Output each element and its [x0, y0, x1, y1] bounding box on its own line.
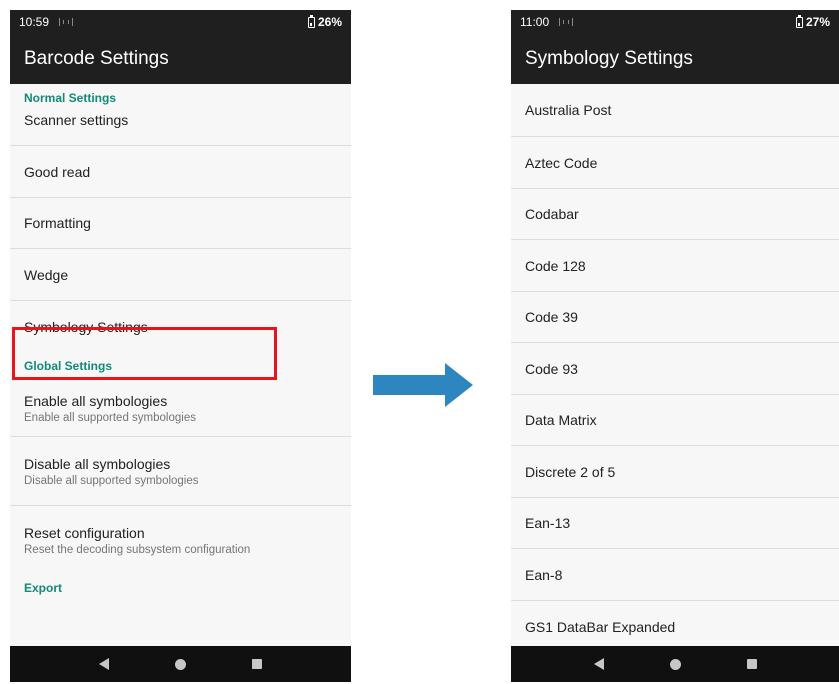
status-bar: 10:59 26%	[10, 10, 351, 34]
navigation-bar	[511, 646, 839, 682]
settings-item-good-read[interactable]: Good read	[10, 146, 351, 198]
symbology-settings-screen: 11:00 27% Symbology Settings Australia P…	[511, 10, 839, 682]
recent-apps-icon[interactable]	[252, 659, 262, 669]
item-title: Aztec Code	[525, 154, 598, 171]
battery-icon	[307, 14, 315, 28]
item-subtitle: Disable all supported symbologies	[24, 474, 199, 487]
item-title: Australia Post	[525, 102, 612, 118]
settings-item-reset-configuration[interactable]: Reset configuration Reset the decoding s…	[10, 506, 351, 574]
item-title: Ean-8	[525, 566, 563, 583]
symbology-item[interactable]: Code 39	[511, 292, 839, 343]
item-title: Scanner settings	[24, 112, 129, 128]
symbology-item[interactable]: Ean-13	[511, 498, 839, 549]
back-icon[interactable]	[99, 658, 109, 670]
home-icon[interactable]	[175, 658, 186, 670]
page-title: Barcode Settings	[24, 48, 169, 69]
item-title: Good read	[24, 163, 91, 180]
scanner-status-icon	[59, 18, 74, 26]
settings-item-disable-all[interactable]: Disable all symbologies Disable all supp…	[10, 437, 351, 506]
item-title: Data Matrix	[525, 412, 597, 428]
home-icon[interactable]	[669, 658, 681, 670]
page-title: Symbology Settings	[525, 48, 693, 69]
app-bar: Barcode Settings	[10, 34, 351, 84]
item-title: Code 128	[525, 257, 586, 274]
symbology-list: Australia Post Aztec Code Codabar Code 1…	[511, 84, 839, 646]
item-title: Ean-13	[525, 515, 571, 531]
arrow-right-icon	[373, 363, 473, 407]
settings-item-scanner-settings[interactable]: Scanner settings	[10, 112, 351, 146]
symbology-item[interactable]: Codabar	[511, 189, 839, 240]
section-header-normal: Normal Settings	[24, 91, 117, 105]
item-subtitle: Enable all supported symbologies	[24, 411, 196, 424]
symbology-item[interactable]: Code 128	[511, 240, 839, 292]
item-subtitle: Reset the decoding subsystem configurati…	[24, 543, 251, 556]
item-title: Enable all symbologies	[24, 392, 168, 409]
settings-item-formatting[interactable]: Formatting	[10, 198, 351, 249]
item-title: GS1 DataBar Expanded	[525, 618, 676, 635]
symbology-item[interactable]: Australia Post	[511, 84, 839, 137]
item-title: Codabar	[525, 206, 579, 222]
status-bar: 11:00 27%	[511, 10, 839, 34]
item-title: Discrete 2 of 5	[525, 463, 616, 480]
section-header-export: Export	[24, 581, 63, 595]
symbology-item[interactable]: Aztec Code	[511, 137, 839, 189]
scanner-status-icon	[559, 18, 574, 26]
symbology-item[interactable]: Data Matrix	[511, 395, 839, 446]
navigation-bar	[10, 646, 351, 682]
item-title: Code 39	[525, 309, 578, 325]
recent-apps-icon[interactable]	[746, 659, 757, 669]
status-time: 11:00	[520, 15, 550, 29]
settings-item-enable-all[interactable]: Enable all symbologies Enable all suppor…	[10, 380, 351, 437]
symbology-item[interactable]: Code 93	[511, 343, 839, 395]
symbology-item[interactable]: Discrete 2 of 5	[511, 446, 839, 498]
item-title: Reset configuration	[24, 524, 145, 541]
item-title: Code 93	[525, 360, 578, 377]
symbology-item[interactable]: Ean-8	[511, 549, 839, 601]
highlight-box	[12, 327, 277, 380]
battery-level: 26%	[317, 15, 342, 29]
item-title: Disable all symbologies	[24, 455, 171, 472]
battery-icon	[795, 14, 803, 28]
app-bar: Symbology Settings	[511, 34, 839, 84]
symbology-item[interactable]: GS1 DataBar Expanded	[511, 601, 839, 646]
item-title: Wedge	[24, 266, 69, 283]
back-icon[interactable]	[593, 658, 604, 670]
status-time: 10:59	[19, 15, 50, 29]
settings-item-wedge[interactable]: Wedge	[10, 249, 351, 301]
item-title: Formatting	[24, 215, 91, 231]
battery-level: 27%	[805, 15, 830, 29]
